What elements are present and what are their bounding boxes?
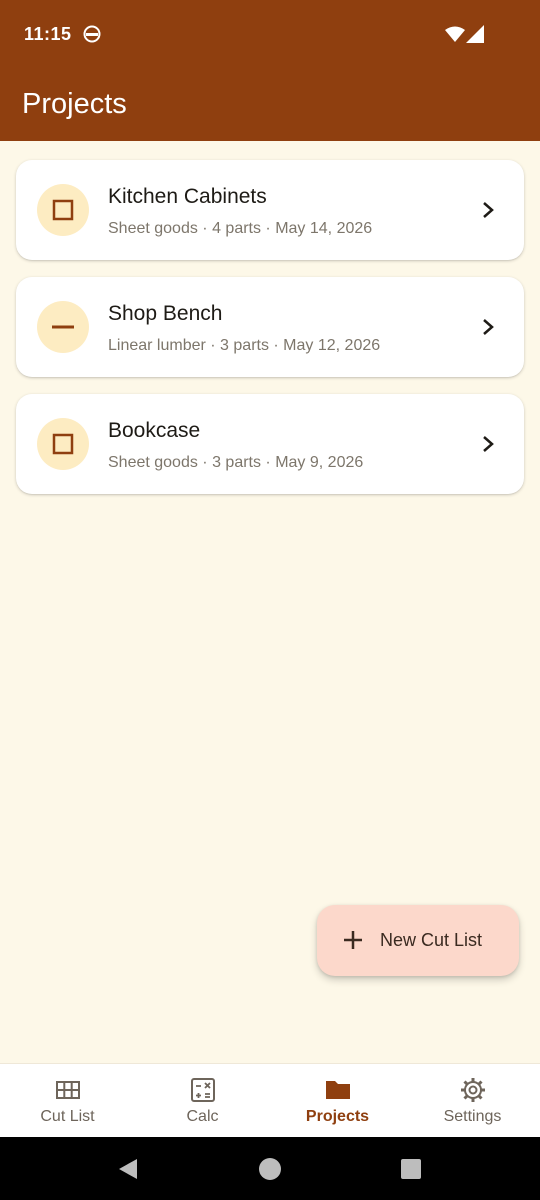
square-icon xyxy=(52,199,74,221)
new-cut-list-label: New Cut List xyxy=(380,930,483,950)
chevron-right-icon xyxy=(483,202,494,218)
wifi-icon xyxy=(445,26,465,42)
project-meta: Sheet goods · 4 parts · May 14, 2026 xyxy=(108,220,373,237)
project-meta: Linear lumber · 3 parts · May 12, 2026 xyxy=(108,337,381,354)
folder-icon xyxy=(326,1081,350,1099)
new-cut-list-button[interactable]: New Cut List xyxy=(317,905,519,976)
gear-icon xyxy=(461,1078,485,1102)
chevron-right-icon xyxy=(483,436,494,452)
chevron-right-icon xyxy=(483,319,494,335)
calculator-icon xyxy=(191,1078,215,1102)
project-name: Shop Bench xyxy=(108,302,223,325)
minus-icon xyxy=(52,325,74,329)
nav-item-calc[interactable]: Calc xyxy=(135,1064,270,1138)
status-time: 11:15 xyxy=(24,24,72,44)
android-notification-icon xyxy=(83,25,101,43)
nav-item-cut-list[interactable]: Cut List xyxy=(0,1064,135,1138)
project-card-shop-bench[interactable]: Shop Bench Linear lumber · 3 parts · May… xyxy=(16,277,524,377)
project-type-badge xyxy=(37,184,89,236)
nav-item-projects[interactable]: Projects xyxy=(270,1064,405,1138)
app-bar: 11:15 Projects xyxy=(0,0,540,141)
project-list: Kitchen Cabinets Sheet goods · 4 parts ·… xyxy=(16,160,524,511)
project-card-bookcase[interactable]: Bookcase Sheet goods · 3 parts · May 9, … xyxy=(16,394,524,494)
project-name: Kitchen Cabinets xyxy=(108,185,267,208)
recent-apps-icon[interactable] xyxy=(400,1158,422,1180)
back-icon[interactable] xyxy=(117,1158,139,1180)
plus-icon xyxy=(344,931,362,949)
project-name: Bookcase xyxy=(108,419,201,442)
page-title: Projects xyxy=(22,88,127,120)
nav-label: Cut List xyxy=(40,1108,95,1125)
signal-icon xyxy=(466,25,484,43)
project-card-kitchen-cabinets[interactable]: Kitchen Cabinets Sheet goods · 4 parts ·… xyxy=(16,160,524,260)
bottom-navigation: Cut List Calc Projects Settings xyxy=(0,1063,540,1138)
grid-icon xyxy=(56,1081,80,1099)
project-type-badge xyxy=(37,418,89,470)
nav-label: Settings xyxy=(443,1108,502,1125)
nav-label: Calc xyxy=(186,1108,219,1125)
project-meta: Sheet goods · 3 parts · May 9, 2026 xyxy=(108,454,364,471)
square-icon xyxy=(52,433,74,455)
project-type-badge xyxy=(37,301,89,353)
home-icon[interactable] xyxy=(258,1157,282,1181)
nav-item-settings[interactable]: Settings xyxy=(405,1064,540,1138)
nav-label: Projects xyxy=(305,1108,370,1125)
